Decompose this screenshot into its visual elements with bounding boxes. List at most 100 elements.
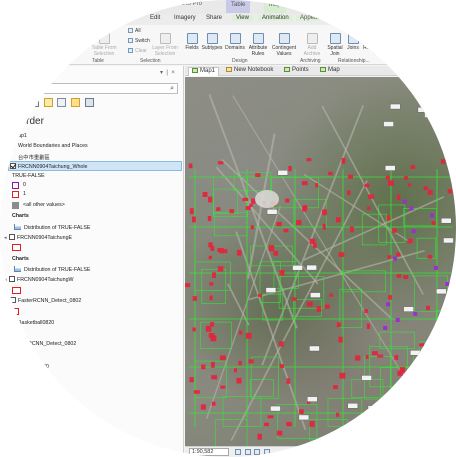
detected-point [189, 208, 194, 215]
table-from-selection-button[interactable]: Table From Selection [86, 33, 122, 57]
layer-visibility-checkbox[interactable] [10, 297, 16, 303]
tab-imagery[interactable]: Imagery [174, 15, 196, 21]
detected-point [209, 295, 213, 301]
tab-new-notebook[interactable]: New Notebook [223, 67, 276, 76]
tab-map[interactable]: Map [317, 67, 343, 76]
detected-point [302, 206, 307, 212]
chart-item-2[interactable]: Distribution of TRUE-FALSE [14, 266, 90, 273]
detected-point [426, 305, 430, 311]
detected-point [264, 422, 269, 427]
subtypes-button[interactable]: Subtypes [201, 33, 223, 51]
satellite-map-canvas[interactable] [185, 77, 456, 446]
tree-item-map[interactable]: ap1 [18, 133, 27, 139]
context-tab-table[interactable]: Table [226, 0, 251, 13]
red-outline-symbol[interactable] [12, 308, 19, 315]
tab-appearance[interactable]: Appeara... [296, 15, 332, 21]
detected-point [349, 226, 354, 233]
switch-selection-button[interactable]: Switch [128, 38, 150, 44]
layer-from-selection-button[interactable]: Layer From Selection [148, 33, 182, 57]
detected-point [217, 161, 224, 165]
list-by-snapping-icon[interactable] [84, 98, 94, 107]
tree-item-frcnn-w[interactable]: ◂ FRCNN0904TaichungW [4, 276, 74, 283]
tree-item-taichung-zoning[interactable]: 台中市重劃區 [18, 153, 50, 161]
clear-selection-button[interactable]: Clear [128, 48, 147, 54]
tree-item-730[interactable]: 730 [40, 364, 49, 370]
tree-item-rcnn-detect[interactable]: RCNN_Detect_0802 [28, 341, 76, 347]
item-730-label: 730 [40, 364, 49, 370]
layer-visibility-checkbox[interactable] [10, 163, 16, 169]
contents-search-input[interactable]: ⌕ [14, 83, 178, 94]
detected-point [385, 175, 390, 180]
detected-point [192, 216, 196, 223]
map-scale-selector[interactable]: 1:90,582 [189, 448, 229, 456]
pause-drawing-icon[interactable] [254, 449, 261, 455]
detected-point [309, 421, 315, 427]
attribute-rules-label: Attribute Rules [248, 45, 268, 57]
charts-label-2: Charts [12, 256, 29, 262]
tab-view[interactable]: View [232, 15, 253, 21]
layer-icon [159, 33, 171, 44]
map-label-box [384, 165, 396, 171]
spatial-join-button[interactable]: Spatial Join [326, 33, 344, 57]
layer-visibility-checkbox[interactable] [9, 234, 15, 240]
list-by-drawing-order-icon[interactable] [30, 98, 39, 107]
tree-item-faster-rcnn[interactable]: FasterRCNN_Detect_0802 [10, 297, 81, 304]
layer-visibility-checkbox[interactable] [9, 276, 15, 282]
detected-point [348, 174, 354, 179]
red-outline-symbol[interactable] [12, 287, 21, 294]
navigation-icon[interactable] [235, 449, 241, 455]
detected-point [257, 433, 262, 440]
attribute-rules-button[interactable]: Attribute Rules [247, 33, 269, 57]
detected-point [387, 255, 392, 259]
grid-icon[interactable] [244, 449, 251, 455]
notebook-icon [226, 67, 232, 72]
tree-item-world-boundaries[interactable]: World Boundaries and Places [18, 143, 88, 149]
detection-grid-cell [351, 379, 384, 398]
charts-heading-2: Charts [12, 256, 29, 262]
list-by-editing-icon[interactable] [71, 98, 81, 107]
detected-point [219, 355, 226, 361]
purple-square-symbol[interactable] [12, 182, 19, 189]
tab-map1[interactable]: Map1 [188, 67, 220, 76]
tab-points[interactable]: Points [281, 67, 312, 76]
red-outline-symbol[interactable] [12, 244, 21, 251]
tab-edit[interactable]: Edit [150, 15, 160, 21]
tab-insert[interactable]: Insert [112, 15, 127, 21]
map-label-box [383, 121, 394, 127]
detected-point [279, 341, 284, 347]
pane-controls[interactable]: ▾ ❘ × [160, 69, 175, 76]
spatial-join-icon [329, 33, 341, 44]
tree-item-frcnn-e[interactable]: ◂ FRCNN0904TaichungE [4, 234, 72, 241]
add-archive-button[interactable]: Add Archive [301, 33, 323, 57]
map-label-box [309, 345, 320, 352]
tab-share[interactable]: Share [206, 15, 222, 21]
tab-map-label: Map [328, 67, 340, 73]
relates-button[interactable]: R... [362, 33, 373, 51]
tab-animation[interactable]: Animation [258, 15, 293, 21]
detected-point [273, 250, 279, 256]
chart-item-1[interactable]: Distribution of TRUE-FALSE [14, 224, 90, 231]
context-tab-map[interactable]: Map [264, 0, 286, 13]
search-icon[interactable]: ⌕ [170, 85, 174, 93]
detected-point [242, 197, 249, 202]
list-by-source-icon[interactable] [43, 98, 53, 107]
clear-icon [128, 48, 133, 53]
select-all-button[interactable]: All [128, 28, 141, 34]
map-label-box [277, 169, 289, 176]
contingent-values-button[interactable]: Contingent Values [270, 33, 298, 57]
detected-point [285, 198, 290, 203]
tree-item-frcnn-whole[interactable]: FRCNN0904Taichung_Whole [10, 163, 87, 170]
gray-square-symbol[interactable] [12, 202, 19, 209]
detected-point [341, 157, 346, 164]
detected-point [258, 293, 263, 298]
detected-point [338, 336, 343, 343]
refresh-icon[interactable] [263, 449, 270, 455]
fields-button[interactable]: Fields [184, 33, 200, 51]
domains-button[interactable]: Domains [224, 33, 246, 51]
joins-button[interactable]: Joins [346, 33, 360, 51]
detected-point [212, 272, 216, 278]
list-by-selection-icon[interactable] [57, 98, 67, 107]
map-icon [192, 68, 198, 73]
tree-item-basketball[interactable]: Basketball0820 [18, 320, 54, 326]
red-square-symbol[interactable] [12, 191, 19, 198]
